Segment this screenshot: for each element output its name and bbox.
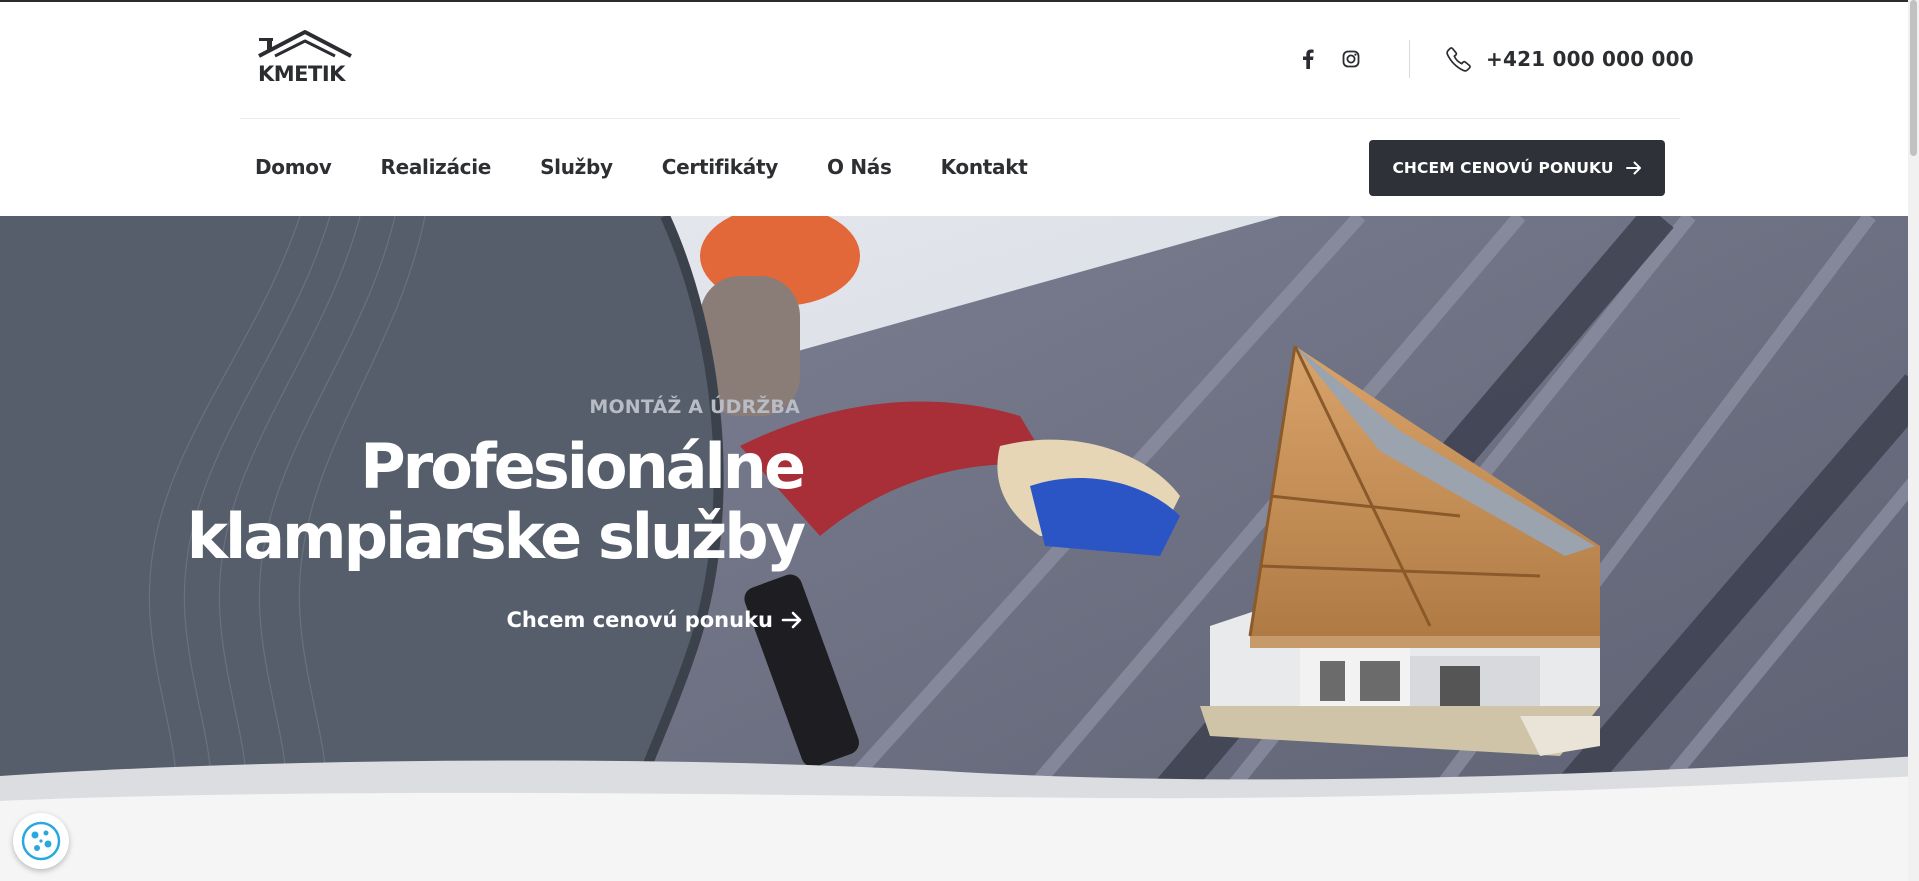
hero-title: Profesionálne klampiarske služby bbox=[186, 430, 806, 573]
hero-eyebrow: MONTÁŽ A ÚDRŽBA bbox=[589, 396, 800, 418]
phone-number: +421 000 000 000 bbox=[1486, 47, 1694, 71]
nav-item-certifikaty[interactable]: Certifikáty bbox=[662, 155, 778, 179]
phone-link[interactable]: +421 000 000 000 bbox=[1446, 46, 1694, 72]
phone-icon bbox=[1446, 47, 1471, 72]
facebook-link[interactable] bbox=[1297, 48, 1319, 70]
top-border bbox=[0, 0, 1919, 2]
hero-title-line1: Profesionálne bbox=[360, 430, 806, 503]
price-quote-button-label: CHCEM CENOVÚ PONUKU bbox=[1392, 159, 1614, 177]
nav-item-domov[interactable]: Domov bbox=[255, 155, 332, 179]
scrollbar-thumb[interactable] bbox=[1910, 0, 1917, 156]
hero-title-line2: klampiarske služby bbox=[186, 500, 806, 573]
nav-item-realizacie[interactable]: Realizácie bbox=[380, 155, 491, 179]
facebook-icon bbox=[1303, 49, 1314, 69]
instagram-link[interactable] bbox=[1340, 48, 1362, 70]
instagram-icon bbox=[1342, 50, 1360, 68]
hero-quote-link[interactable]: Chcem cenovú ponuku bbox=[506, 608, 803, 632]
nav-item-o-nas[interactable]: O Nás bbox=[827, 155, 892, 179]
header-divider bbox=[1409, 40, 1410, 78]
nav-item-sluzby[interactable]: Služby bbox=[540, 155, 613, 179]
page-scrollbar[interactable] bbox=[1908, 0, 1919, 881]
hero-quote-link-label: Chcem cenovú ponuku bbox=[506, 608, 773, 632]
arrow-right-icon bbox=[781, 611, 802, 629]
header-separator bbox=[240, 118, 1680, 119]
site-header: KMETIK +421 000 000 000 Domov Realizácie… bbox=[0, 0, 1919, 216]
nav-item-kontakt[interactable]: Kontakt bbox=[941, 155, 1028, 179]
cookie-settings-button[interactable] bbox=[13, 813, 69, 869]
price-quote-button[interactable]: CHCEM CENOVÚ PONUKU bbox=[1369, 140, 1665, 196]
hero-section: MONTÁŽ A ÚDRŽBA Profesionálne klampiarsk… bbox=[0, 216, 1919, 815]
arrow-right-icon bbox=[1625, 161, 1641, 175]
hero-text: MONTÁŽ A ÚDRŽBA Profesionálne klampiarsk… bbox=[186, 396, 806, 632]
cookie-icon bbox=[21, 821, 61, 861]
main-nav: Domov Realizácie Služby Certifikáty O Ná… bbox=[255, 155, 1077, 179]
brand-logo[interactable]: KMETIK bbox=[253, 28, 358, 86]
logo-text: KMETIK bbox=[258, 62, 345, 86]
